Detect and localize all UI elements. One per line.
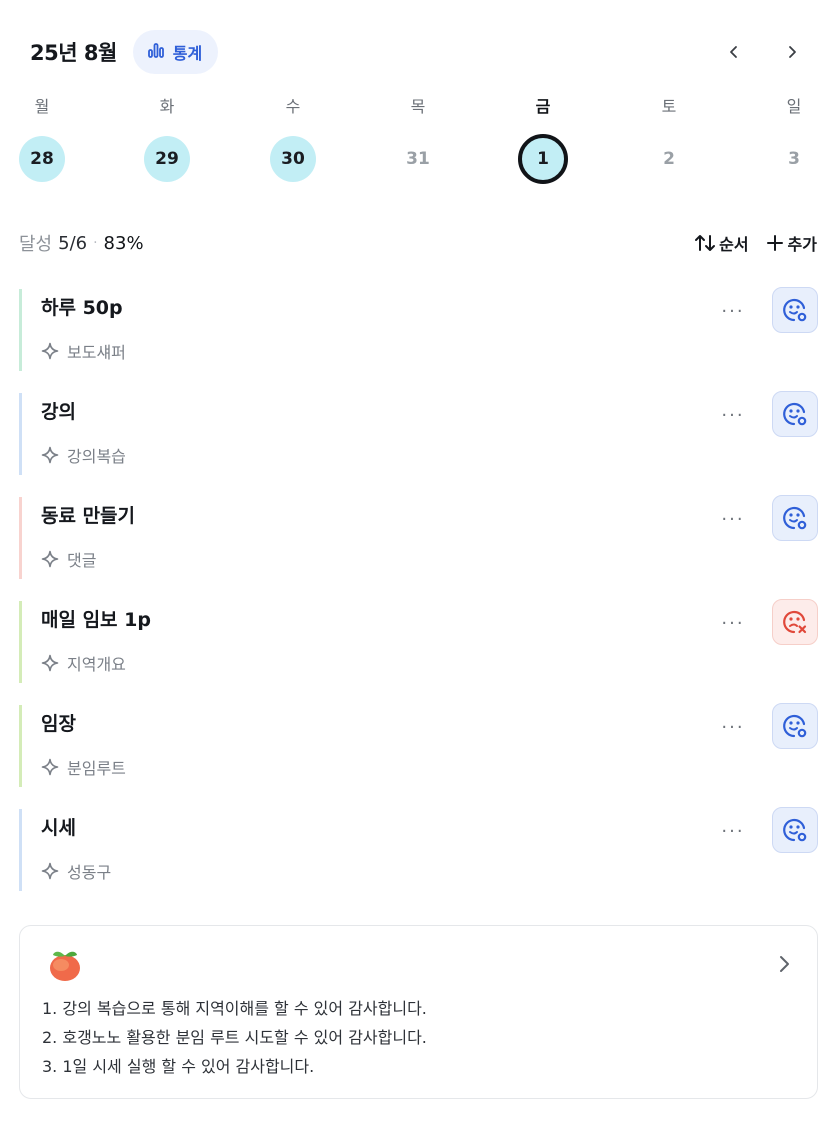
- bar-chart-icon: [147, 41, 165, 63]
- gratitude-line: 2. 호갱노노 활용한 분임 루트 시도할 수 있어 감사합니다.: [42, 1028, 427, 1047]
- sort-label: 순서: [719, 235, 749, 254]
- habit-subtitle: 댓글: [67, 551, 97, 570]
- day-fri[interactable]: 금 1: [518, 94, 568, 190]
- habit-status-button[interactable]: [772, 599, 818, 645]
- smile-check-icon: [783, 298, 807, 322]
- day-label: 금: [535, 97, 551, 116]
- day-label: 화: [159, 97, 175, 116]
- day-label: 월: [34, 97, 50, 116]
- habit-item[interactable]: 강의 강의복습 ···: [19, 391, 818, 475]
- habit-item[interactable]: 시세 성동구 ···: [19, 807, 818, 891]
- habit-subtitle-row: 분임루트: [41, 755, 126, 779]
- habit-status-button[interactable]: [772, 287, 818, 333]
- next-week-button[interactable]: [778, 38, 806, 66]
- achievement-summary: 달성 5/6 · 83% 순서 추가: [19, 228, 817, 258]
- chevron-right-icon: [789, 46, 796, 58]
- day-label: 토: [661, 97, 677, 116]
- habit-subtitle: 지역개요: [67, 655, 126, 674]
- habit-subtitle: 성동구: [67, 863, 112, 882]
- habit-subtitle: 강의복습: [67, 447, 126, 466]
- habit-status-button[interactable]: [772, 495, 818, 541]
- habit-title: 강의: [41, 401, 76, 423]
- more-options-button[interactable]: ···: [718, 611, 748, 635]
- day-label: 일: [786, 97, 802, 116]
- achievement-percent: 83%: [103, 232, 144, 254]
- gratitude-card[interactable]: 1. 강의 복습으로 통해 지역이해를 할 수 있어 감사합니다. 2. 호갱노…: [19, 925, 818, 1099]
- week-strip: 월 28 화 29 수 30 목 31 금 1 토 2 일 3: [19, 94, 816, 190]
- gratitude-line: 3. 1일 시세 실행 할 수 있어 감사합니다.: [42, 1057, 315, 1076]
- sort-arrows-icon: [695, 235, 716, 251]
- day-sun[interactable]: 일 3: [771, 94, 817, 190]
- smile-check-icon: [783, 506, 807, 530]
- habit-subtitle-row: 지역개요: [41, 651, 126, 675]
- day-label: 수: [285, 97, 301, 116]
- smile-check-icon: [783, 818, 807, 842]
- habit-title: 동료 만들기: [41, 505, 136, 527]
- more-options-button[interactable]: ···: [718, 299, 748, 323]
- sparkle-icon: [41, 654, 59, 672]
- day-date[interactable]: 2: [646, 136, 692, 182]
- sparkle-icon: [41, 342, 59, 360]
- habit-item[interactable]: 하루 50p 보도섀퍼 ···: [19, 287, 818, 371]
- habit-title: 임장: [41, 713, 76, 735]
- sad-x-icon: [783, 610, 807, 634]
- sparkle-icon: [41, 550, 59, 568]
- more-options-button[interactable]: ···: [718, 403, 748, 427]
- habit-subtitle: 보도섀퍼: [67, 343, 126, 362]
- habit-status-button[interactable]: [772, 807, 818, 853]
- sparkle-icon: [41, 758, 59, 776]
- habit-status-button[interactable]: [772, 703, 818, 749]
- day-date[interactable]: 3: [771, 136, 817, 182]
- sparkle-icon: [41, 446, 59, 464]
- habit-title: 매일 임보 1p: [41, 609, 151, 631]
- habit-item[interactable]: 매일 임보 1p 지역개요 ···: [19, 599, 818, 683]
- day-date-selected[interactable]: 1: [518, 134, 568, 184]
- calendar-header: 25년 8월 통계: [30, 30, 810, 74]
- day-date[interactable]: 30: [270, 136, 316, 182]
- day-date[interactable]: 31: [395, 136, 441, 182]
- day-tue[interactable]: 화 29: [144, 94, 190, 190]
- sort-button[interactable]: 순서: [694, 231, 749, 255]
- gratitude-line: 1. 강의 복습으로 통해 지역이해를 할 수 있어 감사합니다.: [42, 999, 427, 1018]
- habit-title: 하루 50p: [41, 297, 123, 319]
- habit-title: 시세: [41, 817, 76, 839]
- day-date[interactable]: 29: [144, 136, 190, 182]
- day-date[interactable]: 28: [19, 136, 65, 182]
- add-habit-button[interactable]: 추가: [765, 231, 817, 255]
- day-sat[interactable]: 토 2: [646, 94, 692, 190]
- plus-icon: [766, 235, 783, 251]
- habit-item[interactable]: 동료 만들기 댓글 ···: [19, 495, 818, 579]
- prev-week-button[interactable]: [720, 38, 748, 66]
- habit-subtitle: 분임루트: [67, 759, 126, 778]
- habit-status-button[interactable]: [772, 391, 818, 437]
- habit-subtitle-row: 성동구: [41, 859, 111, 883]
- day-wed[interactable]: 수 30: [270, 94, 316, 190]
- habit-item[interactable]: 임장 분임루트 ···: [19, 703, 818, 787]
- chevron-right-icon[interactable]: [777, 954, 791, 974]
- day-mon[interactable]: 월 28: [19, 94, 65, 190]
- more-options-button[interactable]: ···: [718, 507, 748, 531]
- achievement-count: 5/6: [58, 232, 88, 254]
- smile-check-icon: [783, 402, 807, 426]
- sparkle-icon: [41, 862, 59, 880]
- more-options-button[interactable]: ···: [718, 715, 748, 739]
- add-label: 추가: [787, 235, 817, 254]
- stats-button[interactable]: 통계: [132, 30, 219, 74]
- chevron-left-icon: [730, 46, 737, 58]
- achievement-label: 달성: [19, 234, 53, 255]
- day-label: 목: [410, 97, 426, 116]
- smile-check-icon: [783, 714, 807, 738]
- peach-icon: [50, 951, 80, 981]
- separator-dot: ·: [93, 235, 98, 251]
- more-options-button[interactable]: ···: [718, 819, 748, 843]
- habit-subtitle-row: 댓글: [41, 547, 96, 571]
- day-thu[interactable]: 목 31: [395, 94, 441, 190]
- stats-label: 통계: [172, 44, 203, 63]
- habit-subtitle-row: 강의복습: [41, 443, 126, 467]
- habit-subtitle-row: 보도섀퍼: [41, 339, 126, 363]
- month-title: 25년 8월: [30, 41, 117, 65]
